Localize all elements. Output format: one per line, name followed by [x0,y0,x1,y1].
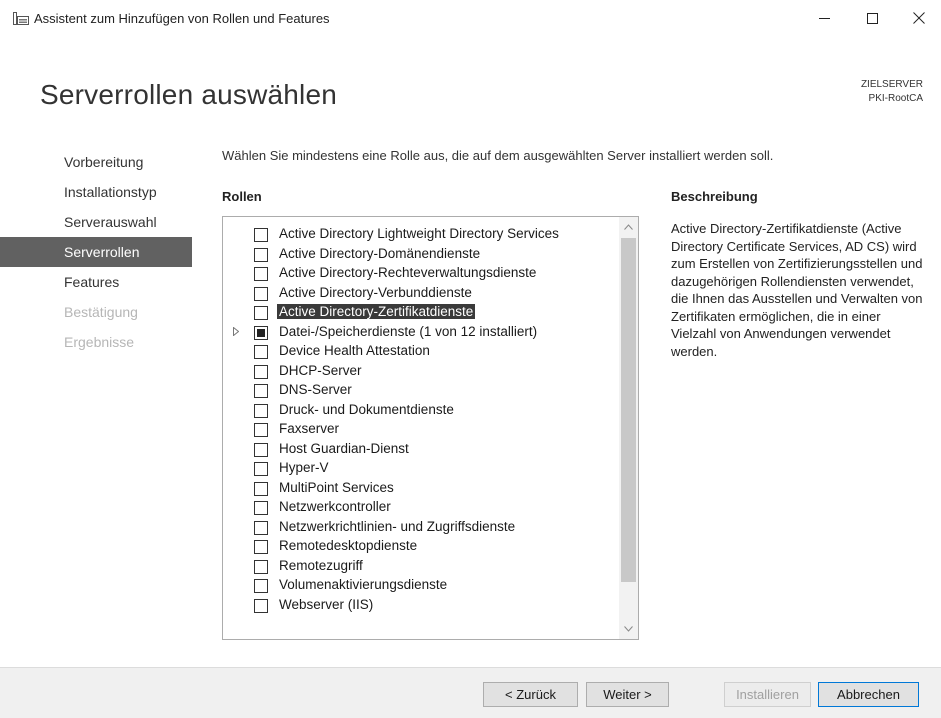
role-row[interactable]: DNS-Server [223,381,619,401]
instruction-text: Wählen Sie mindestens eine Rolle aus, di… [222,148,774,163]
minimize-icon [818,17,830,19]
nav-item-ergebnisse: Ergebnisse [64,334,135,350]
server-manager-icon [13,12,29,25]
role-row[interactable]: Netzwerkrichtlinien- und Zugriffsdienste [223,518,619,538]
role-row[interactable]: Device Health Attestation [223,342,619,362]
role-row[interactable]: Webserver (IIS) [223,596,619,616]
page-title: Serverrollen auswählen [40,79,338,110]
role-checkbox[interactable] [254,598,268,613]
role-label: Active Directory Lightweight Directory S… [279,226,559,241]
role-label: DNS-Server [279,382,352,397]
target-server-info: ZIELSERVER PKI-RootCA [861,78,923,106]
role-label: MultiPoint Services [279,479,394,495]
role-label: Datei-/Speicherdienste (1 von 12 install… [279,323,538,339]
role-checkbox[interactable] [254,286,268,301]
role-checkbox[interactable] [254,540,268,554]
role-row[interactable]: Remotezugriff [223,557,619,577]
close-icon [913,12,925,24]
role-row[interactable]: Active Directory-Domänendienste [223,245,619,265]
role-checkbox[interactable] [254,228,268,242]
wizard-nav: Vorbereitung Installationstyp Serverausw… [0,147,192,357]
role-checkbox[interactable] [254,306,268,320]
role-checkbox[interactable] [254,345,268,359]
role-label: Faxserver [279,421,340,436]
role-label: Device Health Attestation [279,343,430,358]
minimize-button[interactable] [801,0,847,36]
role-checkbox[interactable] [254,462,268,476]
role-row[interactable]: Remotedesktopdienste [223,537,619,557]
close-button[interactable] [896,0,941,36]
role-checkbox[interactable] [254,481,268,496]
nav-item-features[interactable]: Features [0,267,192,297]
description-header: Beschreibung [671,189,758,204]
description-text: Active Directory-Zertifikatdienste (Acti… [671,221,923,359]
role-row[interactable]: MultiPoint Services [223,479,619,499]
role-row[interactable]: Druck- und Dokumentdienste [223,401,619,421]
role-row[interactable]: Active Directory-Rechteverwaltungsdienst… [223,264,619,284]
scroll-down-button[interactable] [619,619,638,639]
roles-header: Rollen [222,189,262,204]
role-label: Netzwerkcontroller [279,499,391,514]
role-label: Active Directory-Verbunddienste [279,284,472,300]
role-checkbox[interactable] [254,559,268,574]
roles-scrollbar[interactable] [619,217,638,639]
role-row[interactable]: Faxserver [223,420,619,440]
role-row[interactable]: Active Directory-Verbunddienste [223,284,619,304]
scroll-up-button[interactable] [619,217,638,237]
role-checkbox[interactable] [254,247,268,262]
nav-item-vorbereitung[interactable]: Vorbereitung [0,147,192,177]
target-server-name: PKI-RootCA [868,93,923,104]
role-row[interactable]: Host Guardian-Dienst [223,440,619,460]
role-label: Host Guardian-Dienst [279,440,409,456]
role-row[interactable]: Datei-/Speicherdienste (1 von 12 install… [223,323,619,343]
role-checkbox[interactable] [254,442,268,457]
role-checkbox[interactable] [254,325,268,340]
roles-list[interactable]: Active Directory Lightweight Directory S… [222,216,639,640]
install-button: Installieren [724,682,811,707]
role-row[interactable]: Hyper-V [223,459,619,479]
role-label: Active Directory-Domänendienste [279,245,481,261]
role-label: Remotezugriff [279,557,363,573]
role-label: DHCP-Server [279,362,362,378]
role-checkbox[interactable] [254,501,268,515]
expand-arrow-icon[interactable] [233,325,240,338]
role-label: Hyper-V [279,460,329,475]
roles-rows: Active Directory Lightweight Directory S… [223,225,619,615]
nav-item-bestaetigung: Bestätigung [64,304,138,320]
role-checkbox[interactable] [254,520,268,535]
role-label: Active Directory-Zertifikatdienste [277,304,476,319]
back-button[interactable]: < Zurück [483,682,578,707]
window-title: Assistent zum Hinzufügen von Rollen und … [34,11,330,26]
role-row[interactable]: Active Directory Lightweight Directory S… [223,225,619,245]
chevron-up-icon [624,224,633,230]
maximize-button[interactable] [849,0,895,36]
role-checkbox[interactable] [254,423,268,437]
role-row[interactable]: DHCP-Server [223,362,619,382]
nav-item-serverrollen[interactable]: Serverrollen [0,237,192,267]
role-label: Volumenaktivierungsdienste [279,577,448,592]
nav-item-serverauswahl[interactable]: Serverauswahl [0,207,192,237]
target-server-label: ZIELSERVER [860,79,923,90]
role-row[interactable]: Netzwerkcontroller [223,498,619,518]
next-button[interactable]: Weiter > [586,682,669,707]
maximize-icon [866,12,878,24]
role-label: Active Directory-Rechteverwaltungsdienst… [279,265,537,280]
scroll-thumb[interactable] [621,238,636,582]
chevron-down-icon [624,626,633,632]
role-label: Netzwerkrichtlinien- und Zugriffsdienste [279,518,516,534]
role-checkbox[interactable] [254,579,268,593]
cancel-button[interactable]: Abbrechen [818,682,919,707]
role-checkbox[interactable] [254,403,268,418]
role-row[interactable]: Volumenaktivierungsdienste [223,576,619,596]
role-row[interactable]: Active Directory-Zertifikatdienste [223,303,619,323]
role-checkbox[interactable] [254,364,268,379]
role-label: Webserver (IIS) [279,596,374,612]
role-label: Remotedesktopdienste [279,538,418,553]
role-label: Druck- und Dokumentdienste [279,401,454,417]
role-checkbox[interactable] [254,267,268,281]
role-checkbox[interactable] [254,384,268,398]
title-bar: Assistent zum Hinzufügen von Rollen und … [0,0,941,36]
nav-item-installationstyp[interactable]: Installationstyp [0,177,192,207]
